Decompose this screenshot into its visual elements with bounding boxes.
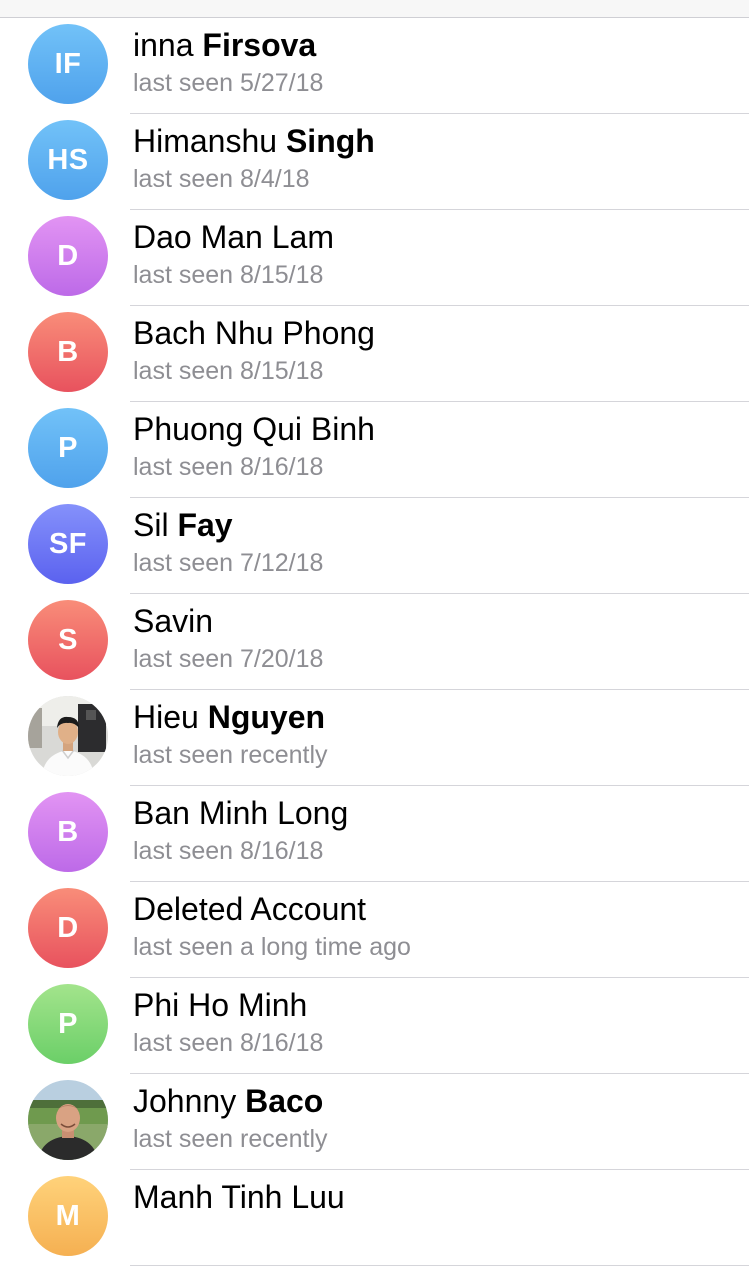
last-seen-status: last seen 8/15/18 [133,357,324,385]
first-name: Savin [133,603,214,639]
profile-photo-icon [28,696,108,776]
contact-row-manh-tinh-luu[interactable]: M Manh Tinh Luu [0,1170,749,1266]
contact-list: IF inna Firsova last seen 5/27/18 HS Him… [0,18,749,1266]
last-seen-status: last seen 8/16/18 [133,837,324,865]
avatar: P [28,408,108,488]
top-bar [0,0,749,18]
contact-name: Bach Nhu Phong [133,314,375,352]
contact-row-deleted-account[interactable]: D Deleted Account last seen a long time … [0,882,749,978]
contact-name: inna Firsova [133,26,316,64]
contact-row-dao-man-lam[interactable]: D Dao Man Lam last seen 8/15/18 [0,210,749,306]
contact-row-sil-fay[interactable]: SF Sil Fay last seen 7/12/18 [0,498,749,594]
contact-row-ban-minh-long[interactable]: B Ban Minh Long last seen 8/16/18 [0,786,749,882]
contact-name: Dao Man Lam [133,218,334,256]
last-seen-status: last seen recently [133,741,328,769]
last-name: Nguyen [207,699,326,735]
last-name: Firsova [202,27,317,63]
last-seen-status: last seen 8/16/18 [133,1029,324,1057]
first-name: Ban Minh Long [133,795,349,831]
first-name: inna [133,27,194,63]
last-seen-status: last seen 8/4/18 [133,165,310,193]
contact-name: Deleted Account [133,890,366,928]
first-name: Phuong Qui Binh [133,411,375,447]
last-seen-status: last seen 7/20/18 [133,645,324,673]
contact-row-bach-nhu-phong[interactable]: B Bach Nhu Phong last seen 8/15/18 [0,306,749,402]
last-seen-status: last seen 7/12/18 [133,549,324,577]
first-name: Bach Nhu Phong [133,315,375,351]
first-name: Sil [133,507,169,543]
avatar: D [28,216,108,296]
first-name: Hieu [133,699,199,735]
last-seen-status: last seen 8/16/18 [133,453,324,481]
contact-row-johnny-baco[interactable]: Johnny Baco last seen recently [0,1074,749,1170]
avatar: B [28,792,108,872]
avatar: B [28,312,108,392]
contact-row-savin[interactable]: S Savin last seen 7/20/18 [0,594,749,690]
contact-row-himanshu-singh[interactable]: HS Himanshu Singh last seen 8/4/18 [0,114,749,210]
contact-name: Phi Ho Minh [133,986,307,1024]
contact-name: Manh Tinh Luu [133,1178,345,1216]
contact-name: Johnny Baco [133,1082,323,1120]
contact-name: Himanshu Singh [133,122,375,160]
first-name: Dao Man Lam [133,219,334,255]
first-name: Deleted Account [133,891,367,927]
contact-row-phi-ho-minh[interactable]: P Phi Ho Minh last seen 8/16/18 [0,978,749,1074]
contact-name: Sil Fay [133,506,233,544]
profile-photo-icon [28,1080,108,1160]
avatar-photo [28,696,108,776]
contact-row-phuong-qui-binh[interactable]: P Phuong Qui Binh last seen 8/16/18 [0,402,749,498]
last-seen-status: last seen recently [133,1125,328,1153]
avatar-photo [28,1080,108,1160]
contact-name: Hieu Nguyen [133,698,325,736]
avatar: D [28,888,108,968]
avatar: P [28,984,108,1064]
contact-row-hieu-nguyen[interactable]: Hieu Nguyen last seen recently [0,690,749,786]
last-name: Baco [245,1083,324,1119]
contact-name: Phuong Qui Binh [133,410,375,448]
last-name: Fay [177,507,233,543]
avatar: IF [28,24,108,104]
last-seen-status: last seen a long time ago [133,933,411,961]
avatar: S [28,600,108,680]
first-name: Himanshu [133,123,278,159]
last-name: Singh [285,123,375,159]
last-seen-status: last seen 8/15/18 [133,261,324,289]
avatar: HS [28,120,108,200]
contact-row-inna-firsova[interactable]: IF inna Firsova last seen 5/27/18 [0,18,749,114]
first-name: Manh Tinh Luu [133,1179,345,1215]
last-seen-status: last seen 5/27/18 [133,69,324,97]
first-name: Johnny [133,1083,237,1119]
contact-name: Savin [133,602,213,640]
avatar: M [28,1176,108,1256]
contact-name: Ban Minh Long [133,794,348,832]
first-name: Phi Ho Minh [133,987,308,1023]
avatar: SF [28,504,108,584]
